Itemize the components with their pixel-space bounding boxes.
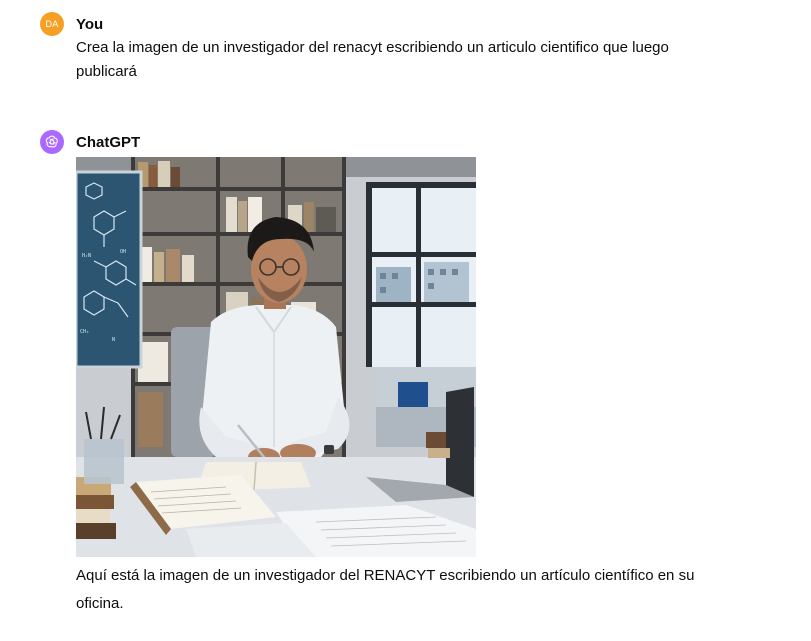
user-message-text: Crea la imagen de un investigador del re…: [76, 39, 669, 80]
svg-text:H₂N: H₂N: [82, 253, 91, 259]
assistant-reply-text: Aquí está la imagen de un investigador d…: [76, 567, 695, 612]
generated-image[interactable]: H₂N OH CH₃ N: [76, 157, 476, 557]
user-message-header: DA You: [40, 12, 791, 36]
assistant-message-body: H₂N OH CH₃ N Aquí está la imagen de un i…: [76, 157, 696, 618]
user-message: DA You Crea la imagen de un investigador…: [40, 12, 791, 84]
user-avatar: DA: [40, 12, 64, 36]
user-name: You: [76, 15, 104, 33]
user-avatar-initials: DA: [45, 19, 59, 29]
svg-text:CH₃: CH₃: [80, 329, 89, 335]
svg-text:N: N: [112, 337, 115, 343]
assistant-avatar: [40, 130, 64, 154]
svg-text:OH: OH: [120, 249, 126, 255]
assistant-name: ChatGPT: [76, 133, 141, 151]
assistant-message-header: ChatGPT: [40, 130, 791, 154]
openai-logo-icon: [45, 135, 58, 148]
assistant-message: ChatGPT H₂N OH CH₃ N Aquí está la imagen…: [40, 130, 791, 618]
